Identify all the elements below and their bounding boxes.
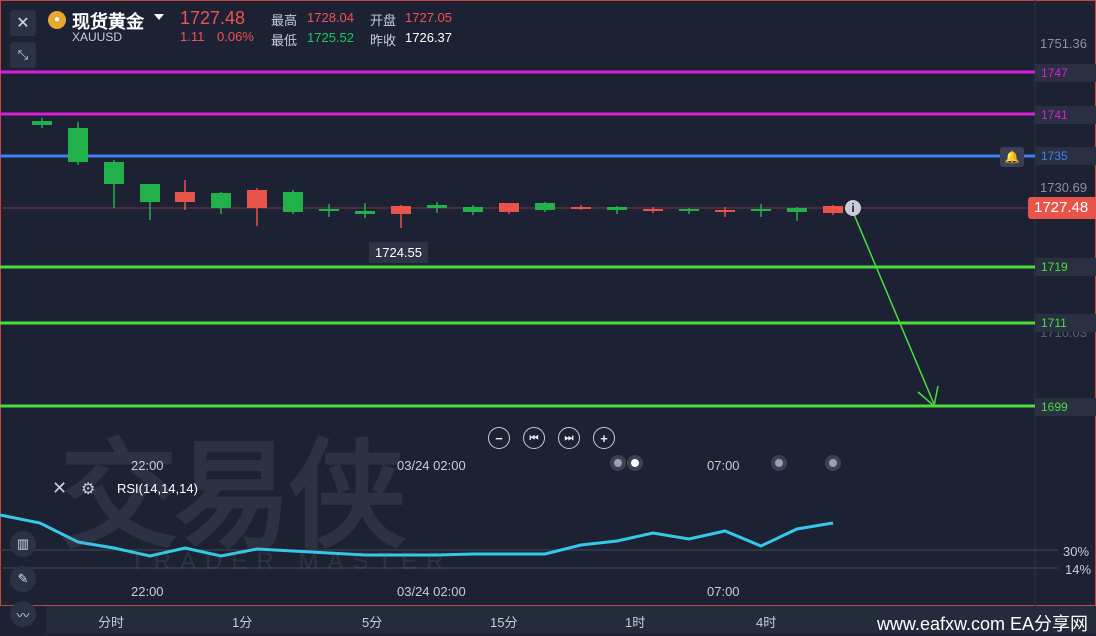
time-label-2: 03/24 02:00 [397, 458, 466, 473]
candle-body [499, 203, 519, 212]
event-dot-icon[interactable] [610, 455, 626, 471]
zoom-in-button[interactable]: + [593, 427, 615, 449]
last-price: 1727.48 [180, 8, 246, 28]
candle-body [751, 209, 771, 211]
candle-body [319, 209, 339, 211]
level-tag-1735: 1735 [1035, 147, 1096, 165]
low-value: 1725.52 [307, 30, 354, 45]
candle-body [175, 192, 195, 202]
watermark-text: 交易侠 [60, 427, 406, 565]
candle-body [68, 128, 88, 162]
instrument-symbol: XAUUSD [72, 30, 123, 44]
level-tag-1747: 1747 [1035, 64, 1096, 82]
high-value: 1728.04 [307, 10, 354, 25]
candle-body [283, 192, 303, 212]
candle-body [211, 193, 231, 208]
time-label-3: 07:00 [707, 458, 740, 473]
rsi-level-30: 30% [1063, 544, 1090, 559]
axis-label-top: 1751.36 [1040, 36, 1087, 51]
settings-icon[interactable]: ⚙ [81, 479, 95, 499]
candle-body [355, 211, 375, 214]
draw-pen-icon[interactable]: ✎ [10, 566, 36, 592]
candle-body [463, 207, 483, 212]
line-chart-icon[interactable]: 〰 [10, 601, 36, 627]
candle-body [247, 190, 267, 208]
target-arrow [852, 211, 935, 405]
candle-body [787, 208, 807, 212]
candle-body [643, 209, 663, 211]
low-label: 最低 [271, 33, 298, 48]
axis-label-mid: 1730.69 [1040, 180, 1087, 195]
prev-close-value: 1726.37 [405, 30, 452, 45]
gold-coin-icon: ● [48, 11, 66, 29]
time-label-lower-3: 07:00 [707, 584, 740, 599]
candle-body [32, 121, 52, 125]
rsi-label: RSI(14,14,14) [117, 481, 198, 496]
candle-body [679, 209, 699, 211]
candle-body [607, 207, 627, 210]
candle-body [427, 205, 447, 208]
tab-15min[interactable]: 15分 [490, 612, 517, 631]
low-marker: 1724.55 [369, 242, 428, 263]
tab-1min[interactable]: 1分 [232, 612, 252, 631]
time-label-lower-1: 22:00 [131, 584, 164, 599]
tab-4hour[interactable]: 4时 [756, 612, 776, 631]
candle-body [823, 206, 843, 213]
tab-timeshare[interactable]: 分时 [98, 612, 124, 631]
skip-forward-button[interactable]: ⏭ [558, 427, 580, 449]
close-icon[interactable]: ✕ [10, 10, 36, 36]
time-label-1: 22:00 [131, 458, 164, 473]
chevron-down-icon[interactable] [154, 14, 164, 20]
price-change: 1.11 [180, 29, 205, 44]
candle-body [104, 162, 124, 184]
zoom-out-button[interactable]: − [488, 427, 510, 449]
candle-body [715, 210, 735, 212]
current-price-tag: 1727.48 [1028, 197, 1096, 219]
candle-body [535, 203, 555, 210]
close-indicator-icon[interactable]: ✕ [52, 478, 67, 499]
level-tag-1719: 1719 [1035, 258, 1096, 276]
high-label: 最高 [271, 13, 298, 28]
prev-close-label: 昨收 [370, 33, 397, 48]
rsi-level-14: 14% [1065, 562, 1092, 577]
candle-body [140, 184, 160, 202]
event-dot-icon[interactable] [825, 455, 841, 471]
tab-1hour[interactable]: 1时 [625, 612, 645, 631]
event-dot-icon[interactable] [771, 455, 787, 471]
price-change-percent: 0.06% [217, 29, 254, 44]
event-dot-icon[interactable] [627, 455, 643, 471]
watermark-subtext: TRADER MASTER [130, 548, 453, 575]
collapse-icon[interactable]: ⤡ [10, 42, 36, 68]
site-footer: www.eafxw.com EA分享网 [876, 614, 1088, 634]
bell-icon[interactable]: 🔔 [1000, 147, 1024, 167]
level-tag-1711: 1711 [1035, 314, 1096, 332]
info-icon[interactable]: i [845, 200, 861, 216]
time-label-lower-2: 03/24 02:00 [397, 584, 466, 599]
open-value: 1727.05 [405, 10, 452, 25]
skip-back-button[interactable]: ⏮ [523, 427, 545, 449]
level-tag-1699: 1699 [1035, 398, 1096, 416]
candle-body [571, 207, 591, 209]
tab-5min[interactable]: 5分 [362, 612, 382, 631]
candle-body [391, 206, 411, 214]
open-label: 开盘 [370, 13, 397, 28]
indicator-icon[interactable]: ▥ [10, 531, 36, 557]
level-tag-1741: 1741 [1035, 106, 1096, 124]
